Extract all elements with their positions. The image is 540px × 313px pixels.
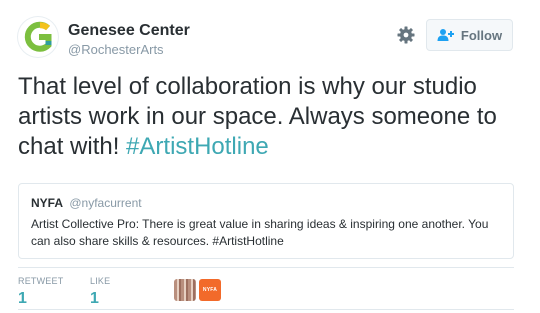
liker-avatar-2-label: NYFA xyxy=(202,287,218,293)
liker-avatar-1[interactable] xyxy=(174,279,196,301)
quoted-tweet-text: Artist Collective Pro: There is great va… xyxy=(31,217,489,248)
quoted-tweet-header: NYFA @nyfacurrent xyxy=(31,196,501,210)
like-label: LIKE xyxy=(90,276,111,286)
like-count: 1 xyxy=(90,290,99,307)
quoted-tweet[interactable]: NYFA @nyfacurrent Artist Collective Pro:… xyxy=(18,183,514,259)
follow-label: Follow xyxy=(460,27,503,43)
gear-icon[interactable] xyxy=(396,25,416,45)
liker-avatar-2[interactable]: NYFA xyxy=(199,279,221,301)
follow-button[interactable]: Follow xyxy=(426,19,513,51)
retweet-label: RETWEET xyxy=(18,276,64,286)
account-handle[interactable]: @RochesterArts xyxy=(68,42,164,57)
hashtag-link[interactable]: #ArtistHotline xyxy=(126,133,269,160)
tweet-text: That level of collaboration is why our s… xyxy=(18,72,523,162)
genesee-logo-icon xyxy=(24,21,52,52)
account-avatar[interactable] xyxy=(18,17,58,57)
retweet-count: 1 xyxy=(18,290,27,307)
account-display-name[interactable]: Genesee Center xyxy=(68,22,190,40)
retweet-stat[interactable]: RETWEET 1 xyxy=(18,276,63,308)
quoted-tweet-name: NYFA xyxy=(31,196,64,210)
divider xyxy=(18,309,514,310)
quoted-tweet-handle: @nyfacurrent xyxy=(69,196,142,210)
divider xyxy=(18,267,514,268)
likers-list: NYFA xyxy=(174,279,221,301)
like-stat[interactable]: LIKE 1 xyxy=(90,276,110,308)
add-user-icon xyxy=(437,29,454,41)
